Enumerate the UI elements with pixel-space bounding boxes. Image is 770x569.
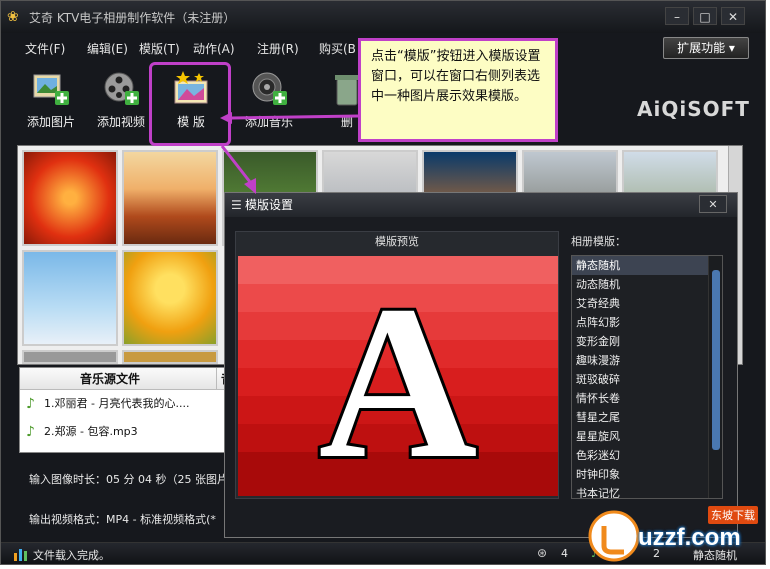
template-item[interactable]: 色彩迷幻 [572,446,722,465]
music-row[interactable]: ♪ 2.郑源 - 包容.mp3 [20,418,226,446]
image-thumbnail[interactable] [22,150,118,246]
template-item[interactable]: 静态随机 [572,256,722,275]
dialog-close-button[interactable]: ✕ [699,195,727,213]
video-count: 4 [561,547,568,560]
menu-register[interactable]: 注册(R) [257,40,299,57]
menu-buy[interactable]: 购买(B [319,40,356,57]
bar-chart-icon [14,549,27,561]
template-item[interactable]: 时钟印象 [572,465,722,484]
template-preview-panel: 模版预览 A [235,231,559,499]
instruction-callout: 点击“模版”按钮进入模版设置窗口，可以在窗口右侧列表选中一种图片展示效果模版。 [358,38,558,142]
template-item[interactable]: 星星旋风 [572,427,722,446]
image-thumbnail[interactable] [122,250,218,346]
template-list-scrollbar[interactable] [708,256,722,498]
output-format-text: 输出视频格式：MP4 - 标准视频格式(* [29,513,216,526]
add-image-button[interactable]: 添加图片 [19,69,83,130]
film-count-icon: ⊛ [537,546,548,560]
window-title: 艾奇 KTV电子相册制作软件（未注册） [29,11,236,25]
menu-file[interactable]: 文件(F) [25,40,65,57]
music-note-icon: ♪ [26,424,35,440]
template-preview-label: 模版预览 [375,235,419,248]
template-item[interactable]: 趣味漫游 [572,351,722,370]
music-list-header: 音乐源文件 音 [20,368,233,390]
close-button[interactable]: ✕ [721,7,745,25]
site-watermark: uzzf.com 东坡下载 [586,500,766,562]
menu-template[interactable]: 模版(T) [139,40,180,57]
image-thumbnail[interactable] [122,150,218,246]
add-music-label: 添加音乐 [244,115,293,129]
template-item[interactable]: 彗星之尾 [572,408,722,427]
add-image-label: 添加图片 [26,115,75,129]
template-button-highlight [149,62,231,146]
watermark-tag: 东坡下载 [708,506,758,524]
app-logo-icon: ❀ [7,9,19,25]
template-item[interactable]: 艾奇经典 [572,294,722,313]
add-music-button[interactable]: 添加音乐 [237,69,301,130]
dialog-title: 模版设置 [245,198,294,212]
music-list: 音乐源文件 音 ♪ 1.邓丽君 - 月亮代表我的心.... ♪ 2.郑源 - 包… [19,367,233,453]
film-reel-icon [104,72,139,105]
music-row[interactable]: ♪ 1.邓丽君 - 月亮代表我的心.... [20,390,226,418]
status-text: 文件载入完成。 [33,549,110,562]
template-item[interactable]: 情怀长卷 [572,389,722,408]
menu-edit[interactable]: 编辑(E) [87,40,128,57]
template-item[interactable]: 点阵幻影 [572,313,722,332]
scrollbar-thumb[interactable] [712,270,720,450]
image-thumbnail[interactable] [22,350,118,364]
brand-logo: AiQiSOFT [637,97,750,121]
extend-features-button[interactable]: 扩展功能 ▾ [663,37,749,59]
chevron-down-icon: ▾ [728,41,735,55]
music-row-label: 2.郑源 - 包容.mp3 [44,425,138,438]
extend-features-label: 扩展功能 [677,41,726,55]
speaker-icon [252,72,287,105]
template-settings-dialog: ☰ 模版设置 ✕ 模版预览 A 相册模版： 静态随机 动态随机 艾奇经典 点阵幻… [224,192,738,538]
preview-letter: A [319,260,478,496]
template-list: 静态随机 动态随机 艾奇经典 点阵幻影 变形金刚 趣味漫游 斑驳破碎 情怀长卷 … [571,255,723,499]
menu-icon: ☰ [231,198,242,212]
music-note-icon: ♪ [26,396,35,412]
dialog-title-bar[interactable]: ☰ 模版设置 ✕ [225,193,737,217]
menu-action[interactable]: 动作(A) [193,40,235,57]
template-item[interactable]: 动态随机 [572,275,722,294]
template-item[interactable]: 书本记忆 [572,484,722,498]
maximize-button[interactable]: □ [693,7,717,25]
album-template-label: 相册模版： [571,235,626,248]
music-row-label: 1.邓丽君 - 月亮代表我的心.... [44,397,190,410]
project-info: 输入图像时长：05 分 04 秒（25 张图片 输出视频格式：MP4 - 标准视… [17,457,243,541]
music-source-column-header[interactable]: 音乐源文件 [80,368,140,390]
image-thumbnail[interactable] [122,350,218,364]
input-duration-text: 输入图像时长：05 分 04 秒（25 张图片 [29,473,228,486]
watermark-brand: uzzf.com [638,524,741,551]
add-video-button[interactable]: 添加视频 [89,69,153,130]
minimize-button[interactable]: – [665,7,689,25]
add-image-icon [33,74,69,105]
template-preview-image: A [238,256,558,496]
image-thumbnail[interactable] [22,250,118,346]
add-video-label: 添加视频 [96,115,145,129]
template-item[interactable]: 变形金刚 [572,332,722,351]
title-bar: ❀ 艾奇 KTV电子相册制作软件（未注册） – □ ✕ [1,1,765,33]
template-item[interactable]: 斑驳破碎 [572,370,722,389]
